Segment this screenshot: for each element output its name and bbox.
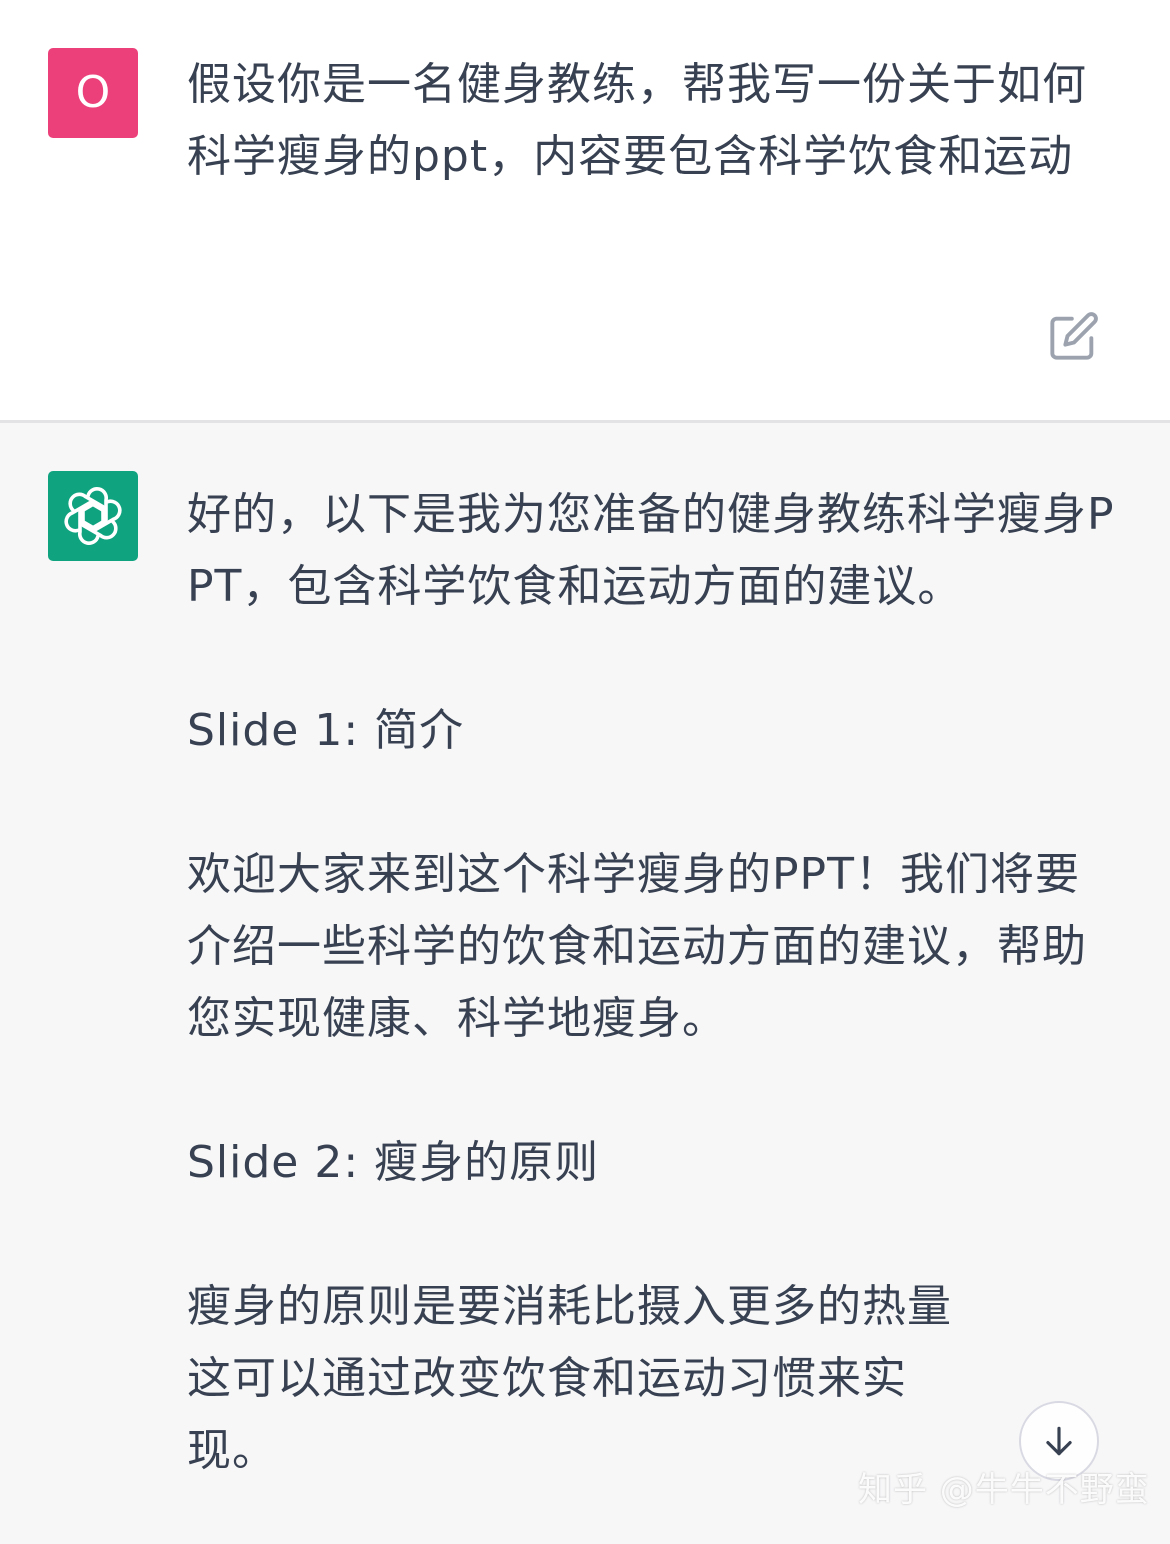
- user-avatar: O: [48, 48, 138, 138]
- watermark: 知乎 @牛牛不野蛮: [858, 1470, 1150, 1510]
- edit-message-button[interactable]: [1048, 310, 1100, 362]
- response-paragraph-intro: 好的，以下是我为您准备的健身教练科学瘦身PPT，包含科学饮食和运动方面的建议。: [187, 489, 1115, 612]
- assistant-message-text: 好的，以下是我为您准备的健身教练科学瘦身PPT，包含科学饮食和运动方面的建议。 …: [187, 479, 1122, 1487]
- slide-1-body: 欢迎大家来到这个科学瘦身的PPT！我们将要介绍一些科学的饮食和运动方面的建议，帮…: [187, 849, 1087, 1044]
- arrow-down-icon: [1046, 1426, 1072, 1456]
- edit-icon: [1050, 312, 1098, 360]
- assistant-avatar: [48, 471, 138, 561]
- openai-logo-icon: [64, 486, 122, 546]
- user-avatar-letter: O: [75, 67, 111, 118]
- user-message-block: O 假设你是一名健身教练，帮我写一份关于如何科学瘦身的ppt，内容要包含科学饮食…: [0, 0, 1170, 420]
- user-message-text: 假设你是一名健身教练，帮我写一份关于如何科学瘦身的ppt，内容要包含科学饮食和运…: [187, 59, 1087, 182]
- scroll-to-bottom-button[interactable]: [1019, 1401, 1099, 1481]
- slide-2-heading: Slide 2: 瘦身的原则: [187, 1137, 600, 1188]
- slide-1-heading: Slide 1: 简介: [187, 705, 465, 756]
- slide-2-body: 瘦身的原则是要消耗比摄入更多的热量这可以通过改变饮食和运动习惯来实现。: [187, 1281, 952, 1476]
